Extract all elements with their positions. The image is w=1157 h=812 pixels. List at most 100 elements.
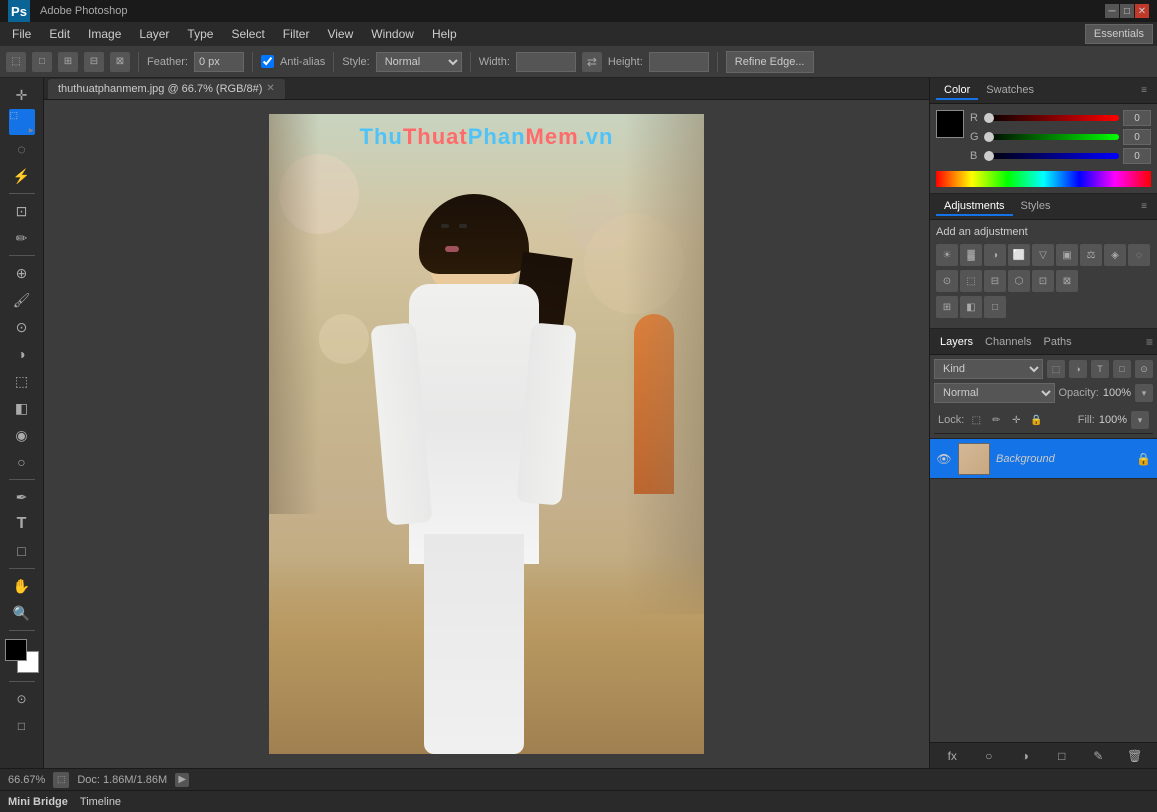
type-filter-icon[interactable]: T	[1091, 360, 1109, 378]
maximize-button[interactable]: □	[1120, 4, 1134, 18]
crop-tool[interactable]: ⊡	[9, 198, 35, 224]
layer-fx-button[interactable]: fx	[943, 747, 961, 765]
menu-filter[interactable]: Filter	[275, 25, 318, 43]
pixel-filter-icon[interactable]: ⬚	[1047, 360, 1065, 378]
delete-layer-button[interactable]: 🗑	[1126, 747, 1144, 765]
blend-mode-select[interactable]: Normal Dissolve Multiply Screen Overlay	[934, 383, 1055, 403]
fill-chevron[interactable]: ▾	[1131, 411, 1149, 429]
marquee-rect-icon[interactable]: □	[32, 52, 52, 72]
refine-edge-button[interactable]: Refine Edge...	[726, 51, 814, 73]
tab-close-button[interactable]: ✕	[266, 83, 274, 94]
menu-file[interactable]: File	[4, 25, 39, 43]
colorbalance-adj-icon[interactable]: ◈	[1104, 244, 1126, 266]
hand-tool[interactable]: ✋	[9, 573, 35, 599]
channel-g-slider[interactable]	[984, 134, 1119, 140]
menu-layer[interactable]: Layer	[131, 25, 177, 43]
statusbar-icon[interactable]: ⬚	[53, 772, 69, 788]
lock-all-icon[interactable]: 🔒	[1028, 412, 1044, 428]
layer-background[interactable]: 👁 Background 🔒	[930, 439, 1157, 479]
text-tool[interactable]: T	[9, 511, 35, 537]
channel-b-input[interactable]: 0	[1123, 148, 1151, 164]
close-button[interactable]: ✕	[1135, 4, 1149, 18]
antialias-checkbox[interactable]	[261, 55, 274, 68]
history-brush[interactable]: ◑	[9, 341, 35, 367]
new-group-button[interactable]: □	[1053, 747, 1071, 765]
layers-filter-select[interactable]: Kind Name Effect Mode Attribute Color	[934, 359, 1043, 379]
clone-tool[interactable]: ⊙	[9, 314, 35, 340]
menu-edit[interactable]: Edit	[41, 25, 78, 43]
shape-tool[interactable]: □	[9, 538, 35, 564]
color-panel-menu[interactable]: ≡	[1137, 83, 1151, 98]
selectivecolor-adj-icon[interactable]: ⊞	[936, 296, 958, 318]
foreground-color-swatch[interactable]	[5, 639, 27, 661]
tab-paths[interactable]: Paths	[1038, 334, 1078, 350]
invert-adj-icon[interactable]: ⬡	[1008, 270, 1030, 292]
marquee-add-icon[interactable]: ⊞	[58, 52, 78, 72]
levels-adj-icon[interactable]: ▓	[960, 244, 982, 266]
brush-tool[interactable]: 🖌	[9, 287, 35, 313]
channelmix-adj-icon[interactable]: ⬚	[960, 270, 982, 292]
tab-color[interactable]: Color	[936, 82, 978, 100]
height-input[interactable]	[649, 52, 709, 72]
opacity-chevron[interactable]: ▾	[1135, 384, 1153, 402]
brightness-adj-icon[interactable]: ☀	[936, 244, 958, 266]
threshold-adj-icon[interactable]: ⊠	[1056, 270, 1078, 292]
blur-tool[interactable]: ◉	[9, 422, 35, 448]
width-input[interactable]	[516, 52, 576, 72]
colorlookup-adj-icon[interactable]: ⊟	[984, 270, 1006, 292]
minimize-button[interactable]: ─	[1105, 4, 1119, 18]
vibrance-adj-icon[interactable]: ▣	[1056, 244, 1078, 266]
tab-layers[interactable]: Layers	[934, 334, 979, 350]
menu-view[interactable]: View	[319, 25, 361, 43]
gradient-tool[interactable]: ◧	[9, 395, 35, 421]
channel-g-input[interactable]: 0	[1123, 129, 1151, 145]
marquee-sub-icon[interactable]: ⊟	[84, 52, 104, 72]
status-arrow-icon[interactable]: ▶	[175, 773, 189, 787]
color-spectrum[interactable]	[936, 171, 1151, 187]
marquee-tool[interactable]: ⬚ ▶	[9, 109, 35, 135]
timeline-tab[interactable]: Timeline	[80, 796, 121, 808]
solidcolor-adj-icon[interactable]: □	[984, 296, 1006, 318]
marquee-inter-icon[interactable]: ⊠	[110, 52, 130, 72]
layer-adjustment-button[interactable]: ◑	[1016, 747, 1034, 765]
move-tool[interactable]: ✛	[9, 82, 35, 108]
hsl-adj-icon[interactable]: ⚖	[1080, 244, 1102, 266]
eraser-tool[interactable]: ⬚	[9, 368, 35, 394]
curves-adj-icon[interactable]: ◑	[984, 244, 1006, 266]
document-tab[interactable]: thuthuatphanmem.jpg @ 66.7% (RGB/8#) ✕	[48, 79, 285, 99]
dodge-tool[interactable]: ○	[9, 449, 35, 475]
channel-b-slider[interactable]	[984, 153, 1119, 159]
tab-styles[interactable]: Styles	[1013, 198, 1059, 216]
menu-type[interactable]: Type	[179, 25, 221, 43]
menu-select[interactable]: Select	[223, 25, 272, 43]
lock-pixels-icon[interactable]: ⬚	[968, 412, 984, 428]
feather-input[interactable]	[194, 52, 244, 72]
gradientmap-adj-icon[interactable]: ◧	[960, 296, 982, 318]
photofilter-adj-icon[interactable]: ⊙	[936, 270, 958, 292]
layers-panel-menu[interactable]: ≡	[1146, 335, 1153, 349]
quick-mask-tool[interactable]: ⊙	[9, 686, 35, 712]
bw-adj-icon[interactable]: ◌	[1128, 244, 1150, 266]
menu-window[interactable]: Window	[363, 25, 422, 43]
essentials-button[interactable]: Essentials	[1085, 24, 1153, 44]
adj-panel-menu[interactable]: ≡	[1137, 199, 1151, 214]
new-layer-button[interactable]: ✎	[1089, 747, 1107, 765]
exposure-adj-icon[interactable]: ⬜	[1008, 244, 1030, 266]
posterize-adj-icon[interactable]: ⊡	[1032, 270, 1054, 292]
quickselect-tool[interactable]: ⚡	[9, 163, 35, 189]
menu-image[interactable]: Image	[80, 25, 129, 43]
swap-icon[interactable]: ⇄	[582, 52, 602, 72]
menu-help[interactable]: Help	[424, 25, 465, 43]
tab-adjustments[interactable]: Adjustments	[936, 198, 1013, 216]
mini-bridge-tab[interactable]: Mini Bridge	[8, 796, 68, 808]
style-select[interactable]: Normal Fixed Ratio Fixed Size	[376, 52, 462, 72]
zoom-tool[interactable]: 🔍	[9, 600, 35, 626]
lock-move-icon[interactable]: ✛	[1008, 412, 1024, 428]
lock-position-icon[interactable]: ✏	[988, 412, 1004, 428]
shape-filter-icon[interactable]: □	[1113, 360, 1131, 378]
canvas-wrapper[interactable]: ThuThuatPhanMem.vn	[44, 100, 929, 768]
channel-r-slider[interactable]	[984, 115, 1119, 121]
healing-tool[interactable]: ⊕	[9, 260, 35, 286]
gradient-adj-icon[interactable]: ▽	[1032, 244, 1054, 266]
channel-r-input[interactable]: 0	[1123, 110, 1151, 126]
